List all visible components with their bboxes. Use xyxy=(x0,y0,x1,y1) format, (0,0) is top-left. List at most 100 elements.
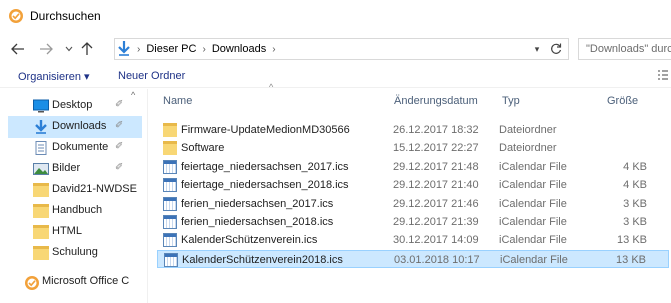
calendar-file-icon xyxy=(164,252,178,267)
back-arrow-icon[interactable] xyxy=(10,40,26,58)
up-arrow-icon[interactable] xyxy=(80,40,94,58)
file-name: KalenderSchützenverein2018.ics xyxy=(182,253,343,266)
file-type: Dateiordner xyxy=(499,142,557,155)
sidebar-item-handbuch[interactable]: Handbuch xyxy=(8,200,142,222)
breadcrumb-downloads[interactable]: Downloads xyxy=(212,43,266,55)
pin-icon[interactable]: ✐ xyxy=(115,120,123,131)
calendar-file-icon xyxy=(163,215,177,229)
file-name: Software xyxy=(181,142,225,155)
title-bar: Durchsuchen xyxy=(0,0,671,32)
sidebar-item-pictures[interactable]: Bilder ✐ xyxy=(8,158,142,180)
breadcrumb-chevron-icon[interactable]: › xyxy=(202,44,205,55)
file-size: 3 KB xyxy=(623,216,647,228)
app-icon xyxy=(8,8,24,24)
sidebar-item-schulung[interactable]: Schulung xyxy=(8,242,142,264)
folder-icon xyxy=(33,246,49,260)
pin-icon[interactable]: ✐ xyxy=(115,162,123,173)
column-header-name[interactable]: Name xyxy=(163,95,192,107)
file-row[interactable]: Firmware-UpdateMedionMD30566 26.12.2017 1… xyxy=(157,121,669,139)
calendar-file-icon xyxy=(163,159,177,174)
file-row[interactable]: KalenderSchützenverein2018.ics 03.01.2018… xyxy=(157,249,669,268)
new-folder-button[interactable]: Neuer Ordner xyxy=(118,70,185,82)
file-size: 13 KB xyxy=(616,253,646,266)
window-title: Durchsuchen xyxy=(30,9,101,23)
office-icon xyxy=(24,275,40,290)
folder-icon xyxy=(33,204,49,218)
file-date: 26.12.2017 18:32 xyxy=(393,124,479,136)
file-row[interactable]: ferien_niedersachsen_2017.ics 29.12.2017 … xyxy=(157,195,669,213)
forward-arrow-icon[interactable] xyxy=(38,40,54,58)
file-type: iCalendar File xyxy=(499,197,567,210)
document-icon xyxy=(33,141,49,155)
column-header-type[interactable]: Typ xyxy=(502,95,520,107)
command-bar: Organisieren ▾ Neuer Ordner xyxy=(0,64,671,88)
sort-ascending-icon: ^ xyxy=(269,82,274,92)
breadcrumb-chevron-icon: › xyxy=(137,43,141,55)
download-arrow-icon xyxy=(33,120,49,134)
folder-icon xyxy=(33,183,49,197)
file-date: 29.12.2017 21:40 xyxy=(393,179,479,192)
view-options-icon[interactable] xyxy=(657,69,669,81)
file-name: ferien_niedersachsen_2017.ics xyxy=(181,197,334,210)
file-name: feiertage_niedersachsen_2018.ics xyxy=(181,179,349,192)
calendar-file-icon xyxy=(163,178,177,193)
calendar-file-icon xyxy=(163,196,177,211)
file-name: ferien_niedersachsen_2018.ics xyxy=(181,216,334,228)
sidebar-item-label: Handbuch xyxy=(52,204,103,216)
file-size: 4 KB xyxy=(623,160,647,173)
file-row[interactable]: KalenderSchützenverein.ics 30.12.2017 14:… xyxy=(157,231,669,249)
sidebar-item-downloads[interactable]: Downloads ✐ xyxy=(8,116,142,138)
sidebar-item-desktop[interactable]: Desktop ✐ xyxy=(8,95,142,117)
sidebar-item-label: Schulung xyxy=(52,246,98,258)
file-row[interactable]: Software 15.12.2017 22:27 Dateiordner xyxy=(157,139,669,157)
sidebar-item-documents[interactable]: Dokumente ✐ xyxy=(8,137,142,159)
file-date: 30.12.2017 14:09 xyxy=(393,234,479,247)
file-date: 29.12.2017 21:48 xyxy=(393,160,479,173)
sidebar-item-label: HTML xyxy=(52,225,82,237)
sidebar-item-label: Desktop xyxy=(52,99,93,111)
file-row[interactable]: feiertage_niedersachsen_2018.ics 29.12.20… xyxy=(157,176,669,194)
file-row[interactable]: ferien_niedersachsen_2018.ics 29.12.2017 … xyxy=(157,213,669,231)
file-date: 03.01.2018 10:17 xyxy=(394,253,480,266)
sidebar-item-label: Bilder xyxy=(52,162,81,174)
desktop-icon xyxy=(33,99,49,113)
column-header-date[interactable]: Änderungsdatum xyxy=(394,95,478,107)
file-size: 13 KB xyxy=(617,234,647,247)
pin-icon[interactable]: ✐ xyxy=(115,141,123,152)
address-dropdown-icon[interactable]: ▾ xyxy=(530,42,544,56)
refresh-icon[interactable] xyxy=(548,41,564,57)
pin-icon[interactable]: ✐ xyxy=(115,99,123,110)
search-input[interactable]: "Downloads" durchsuchen xyxy=(578,38,671,60)
file-type: Dateiordner xyxy=(499,124,557,136)
file-row[interactable]: feiertage_niedersachsen_2017.ics 29.12.20… xyxy=(157,158,669,176)
breadcrumb-chevron-icon[interactable]: › xyxy=(272,44,275,55)
calendar-file-icon xyxy=(163,233,177,248)
pictures-icon xyxy=(33,162,49,176)
sidebar-item-label: Downloads xyxy=(52,120,107,132)
breadcrumb-this-pc[interactable]: Dieser PC xyxy=(146,43,196,55)
file-name: feiertage_niedersachsen_2017.ics xyxy=(181,160,349,173)
chevron-down-icon[interactable] xyxy=(64,40,74,58)
sidebar-item-david21[interactable]: David21-NWDSE xyxy=(8,179,142,201)
address-bar[interactable]: › Dieser PC › Downloads › ▾ xyxy=(114,38,569,60)
file-name: Firmware-UpdateMedionMD30566 xyxy=(181,124,350,136)
organize-button[interactable]: Organisieren ▾ xyxy=(18,70,90,83)
folder-icon xyxy=(163,141,177,156)
file-size: 4 KB xyxy=(623,179,647,192)
sidebar-item-label: David21-NWDSE xyxy=(52,183,137,195)
file-type: iCalendar File xyxy=(499,179,567,192)
file-type: iCalendar File xyxy=(500,253,568,266)
address-row: › Dieser PC › Downloads › ▾ "Downloads" … xyxy=(0,36,671,62)
file-date: 29.12.2017 21:46 xyxy=(393,197,479,210)
column-header-size[interactable]: Größe xyxy=(607,95,638,107)
sidebar-item-html[interactable]: HTML xyxy=(8,221,142,243)
scroll-up-icon[interactable]: ^ xyxy=(131,90,135,100)
navigation-pane: Desktop ✐ Downloads ✐ Dokumente ✐ Bilder… xyxy=(0,89,148,303)
file-type: iCalendar File xyxy=(499,216,567,228)
download-arrow-icon xyxy=(117,40,131,59)
sidebar-item-label: Microsoft Office C xyxy=(42,275,130,287)
file-date: 15.12.2017 22:27 xyxy=(393,142,479,155)
file-type: iCalendar File xyxy=(499,160,567,173)
file-size: 3 KB xyxy=(623,197,647,210)
sidebar-item-microsoft-office[interactable]: Microsoft Office C xyxy=(8,271,142,293)
